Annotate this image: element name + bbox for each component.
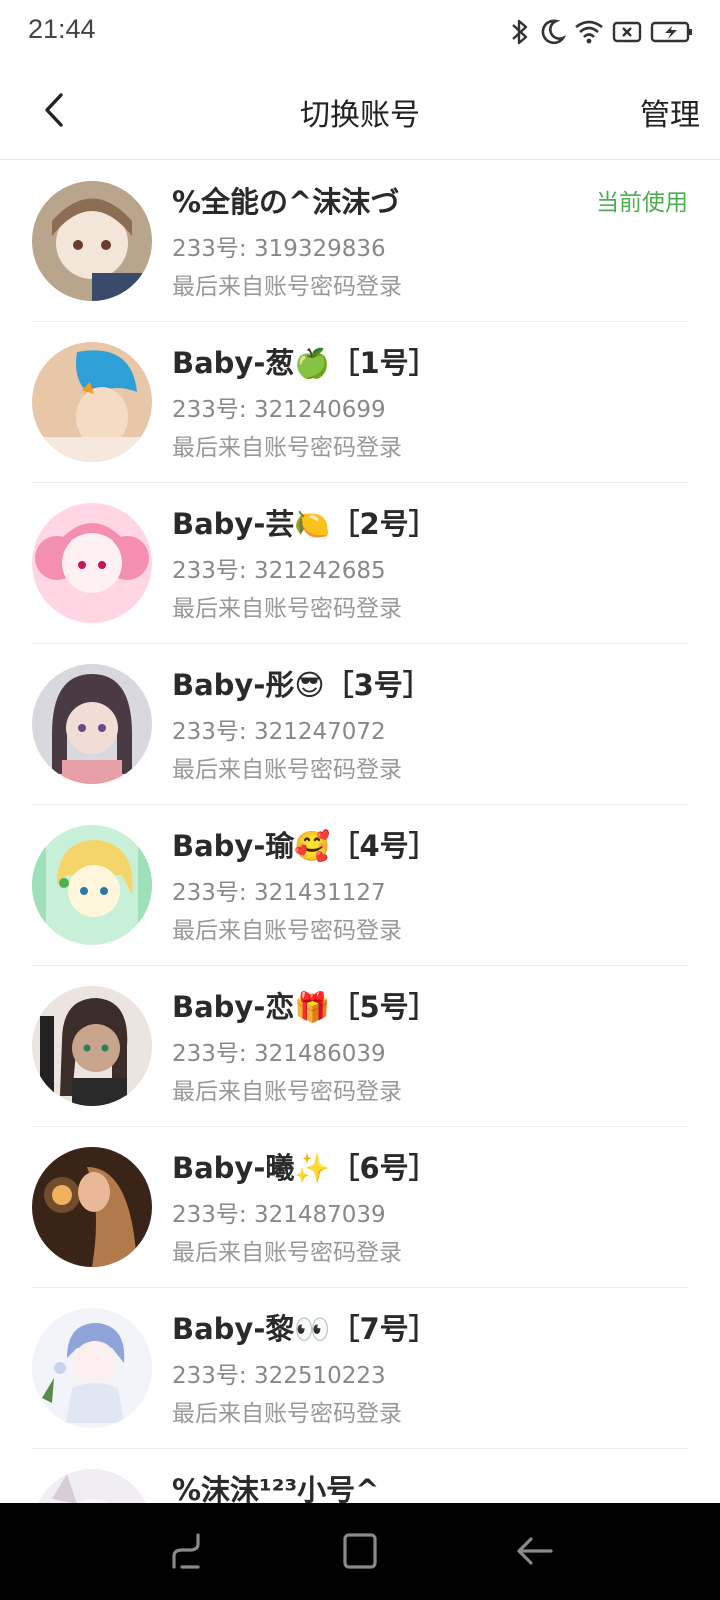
recents-icon [168,1532,204,1574]
account-name: %沫沫¹²³小号^ [172,1473,380,1503]
account-name: Baby-芸🍋［2号］ [172,507,438,541]
wifi-icon [574,19,604,45]
account-login-method: 最后来自账号密码登录 [172,757,402,783]
account-id: 233号: 321242685 [172,558,386,584]
account-login-method: 最后来自账号密码登录 [172,1079,402,1105]
sim-x-icon [612,20,642,44]
account-name: %全能の^沫沫づ [172,185,400,219]
account-login-method: 最后来自账号密码登录 [172,274,402,300]
battery-charging-icon [650,20,694,44]
account-id: 233号: 319329836 [172,236,386,262]
home-button[interactable] [338,1533,382,1573]
account-login-method: 最后来自账号密码登录 [172,918,402,944]
account-name: Baby-曦✨［6号］ [172,1151,438,1185]
bluetooth-icon [510,17,530,47]
manage-button[interactable]: 管理 [640,90,700,134]
page-title: 切换账号 [300,98,420,133]
account-row[interactable]: Baby-黎👀［7号］ 233号: 322510223 最后来自账号密码登录 [0,1288,720,1449]
account-login-method: 最后来自账号密码登录 [172,1240,402,1266]
account-row[interactable]: %沫沫¹²³小号^ [0,1449,720,1503]
current-account-badge: 当前使用 [596,190,688,216]
account-id: 233号: 321240699 [172,397,386,423]
home-icon [342,1532,378,1574]
account-name: Baby-黎👀［7号］ [172,1312,438,1346]
account-id: 233号: 321486039 [172,1041,386,1067]
account-row[interactable]: Baby-恋🎁［5号］ 233号: 321486039 最后来自账号密码登录 [0,966,720,1127]
status-time: 21:44 [28,14,96,44]
header: 切换账号 管理 [0,64,720,160]
recents-button[interactable] [164,1533,208,1573]
account-id: 233号: 322510223 [172,1363,386,1389]
account-id: 233号: 321247072 [172,719,386,745]
account-row[interactable]: Baby-瑜🥰［4号］ 233号: 321431127 最后来自账号密码登录 [0,805,720,966]
account-id: 233号: 321431127 [172,880,386,906]
back-icon [515,1532,553,1574]
account-login-method: 最后来自账号密码登录 [172,1401,402,1427]
account-list: %全能の^沫沫づ 233号: 319329836 最后来自账号密码登录 当前使用… [0,161,720,1503]
system-nav-bar [0,1503,720,1600]
back-nav-button[interactable] [512,1533,556,1573]
account-name: Baby-彤😎［3号］ [172,668,432,702]
avatar [32,1308,152,1428]
account-id: 233号: 321487039 [172,1202,386,1228]
avatar [32,1147,152,1267]
avatar [32,825,152,945]
avatar [32,664,152,784]
account-row[interactable]: Baby-葱🍏［1号］ 233号: 321240699 最后来自账号密码登录 [0,322,720,483]
account-row[interactable]: %全能の^沫沫づ 233号: 319329836 最后来自账号密码登录 当前使用 [0,161,720,322]
avatar [32,181,152,301]
account-login-method: 最后来自账号密码登录 [172,435,402,461]
account-name: Baby-葱🍏［1号］ [172,346,438,380]
avatar [32,503,152,623]
avatar [32,1469,152,1503]
account-row[interactable]: Baby-芸🍋［2号］ 233号: 321242685 最后来自账号密码登录 [0,483,720,644]
status-bar: 21:44 [0,0,720,64]
account-login-method: 最后来自账号密码登录 [172,596,402,622]
account-name: Baby-恋🎁［5号］ [172,990,438,1024]
account-name: Baby-瑜🥰［4号］ [172,829,438,863]
avatar [32,342,152,462]
avatar [32,986,152,1106]
account-row[interactable]: Baby-曦✨［6号］ 233号: 321487039 最后来自账号密码登录 [0,1127,720,1288]
moon-icon [538,18,566,46]
status-icons [510,16,694,48]
account-row[interactable]: Baby-彤😎［3号］ 233号: 321247072 最后来自账号密码登录 [0,644,720,805]
